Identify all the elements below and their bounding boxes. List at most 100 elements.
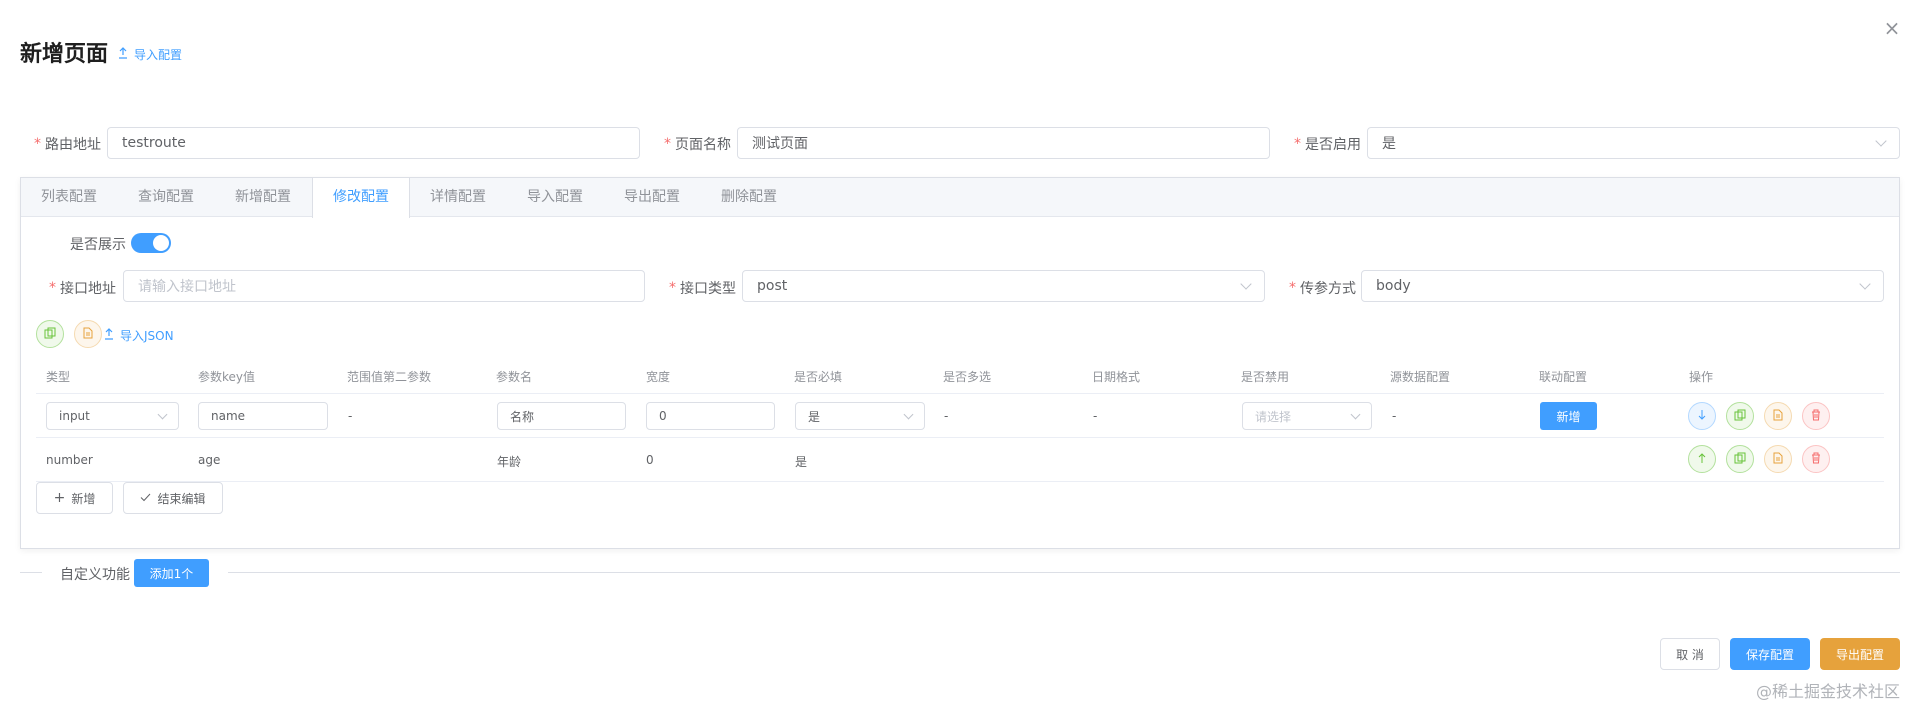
file-button[interactable] bbox=[74, 320, 102, 348]
document-icon bbox=[1773, 452, 1783, 467]
document-icon bbox=[83, 327, 93, 342]
chevron-down-icon bbox=[157, 409, 168, 419]
row1-required-select[interactable]: 是 bbox=[795, 402, 925, 430]
show-label: 是否展示 bbox=[70, 237, 126, 253]
copy-icon bbox=[1734, 409, 1746, 424]
plus-icon: + bbox=[53, 490, 66, 506]
row1-date-format: - bbox=[1093, 409, 1098, 423]
tab-export[interactable]: 导出配置 bbox=[604, 178, 701, 217]
row1-edit-button[interactable] bbox=[1764, 402, 1792, 430]
chevron-down-icon bbox=[1240, 277, 1252, 290]
check-icon bbox=[140, 491, 151, 505]
row1-key-input[interactable]: name bbox=[198, 402, 328, 430]
row2-name: 年龄 bbox=[497, 455, 522, 469]
table-row-divider bbox=[36, 481, 1884, 482]
row1-delete-button[interactable] bbox=[1802, 402, 1830, 430]
trash-icon bbox=[1811, 452, 1821, 467]
row2-edit-button[interactable] bbox=[1764, 445, 1792, 473]
row2-type: number bbox=[46, 453, 93, 467]
col-range-second: 范围值第二参数 bbox=[347, 370, 432, 384]
page-name-input[interactable]: 测试页面 bbox=[737, 127, 1270, 159]
api-url-input[interactable]: 请输入接口地址 bbox=[123, 270, 645, 302]
row2-required: 是 bbox=[795, 455, 808, 469]
add-custom-button[interactable]: 添加1个 bbox=[134, 559, 209, 587]
col-param-name: 参数名 bbox=[496, 370, 533, 384]
param-mode-select[interactable]: body bbox=[1361, 270, 1884, 302]
copy-button[interactable] bbox=[36, 320, 64, 348]
row1-width-input[interactable]: 0 bbox=[646, 402, 775, 430]
custom-function-label: 自定义功能 bbox=[60, 567, 130, 583]
tab-add[interactable]: 新增配置 bbox=[215, 178, 312, 217]
import-json-link[interactable]: 导入JSON bbox=[104, 327, 174, 344]
tab-query[interactable]: 查询配置 bbox=[118, 178, 215, 217]
col-actions: 操作 bbox=[1689, 370, 1714, 384]
api-type-label: * 接口类型 bbox=[669, 280, 736, 297]
api-url-label: * 接口地址 bbox=[49, 280, 116, 297]
row1-range-second: - bbox=[348, 409, 353, 423]
tabs-header: 列表配置 查询配置 新增配置 修改配置 详情配置 导入配置 导出配置 删除配置 bbox=[21, 178, 1899, 218]
import-json-label: 导入JSON bbox=[120, 329, 174, 343]
param-mode-label: * 传参方式 bbox=[1289, 280, 1356, 297]
upload-icon bbox=[104, 328, 114, 343]
arrow-up-icon bbox=[1697, 452, 1707, 467]
row1-move-down-button[interactable] bbox=[1688, 402, 1716, 430]
cancel-button[interactable]: 取 消 bbox=[1660, 638, 1720, 670]
divider-left bbox=[20, 572, 42, 573]
row2-copy-button[interactable] bbox=[1726, 445, 1754, 473]
route-input[interactable]: testroute bbox=[107, 127, 640, 159]
add-row-button[interactable]: + 新增 bbox=[36, 482, 113, 514]
divider-right bbox=[228, 572, 1900, 573]
col-type: 类型 bbox=[46, 370, 71, 384]
enabled-select[interactable]: 是 bbox=[1367, 127, 1900, 159]
document-icon bbox=[1773, 409, 1783, 424]
row2-key: age bbox=[198, 453, 221, 467]
import-config-link[interactable]: 导入配置 bbox=[118, 46, 182, 63]
import-config-label: 导入配置 bbox=[134, 48, 183, 62]
col-multiple: 是否多选 bbox=[943, 370, 992, 384]
config-tabs-card: 列表配置 查询配置 新增配置 修改配置 详情配置 导入配置 导出配置 删除配置 bbox=[20, 177, 1900, 549]
api-type-select[interactable]: post bbox=[742, 270, 1265, 302]
chevron-down-icon bbox=[1859, 277, 1871, 290]
row1-copy-button[interactable] bbox=[1726, 402, 1754, 430]
tab-edit[interactable]: 修改配置 bbox=[312, 178, 410, 218]
export-config-button[interactable]: 导出配置 bbox=[1820, 638, 1900, 670]
chevron-down-icon bbox=[1875, 134, 1887, 147]
switch-knob bbox=[153, 235, 169, 251]
finish-edit-button[interactable]: 结束编辑 bbox=[123, 482, 223, 514]
col-disabled: 是否禁用 bbox=[1241, 370, 1290, 384]
tab-delete[interactable]: 删除配置 bbox=[701, 178, 798, 217]
row1-source: - bbox=[1392, 409, 1397, 423]
row2-width: 0 bbox=[646, 453, 654, 467]
col-required: 是否必填 bbox=[794, 370, 843, 384]
col-width: 宽度 bbox=[646, 370, 671, 384]
enabled-label: * 是否启用 bbox=[1294, 136, 1361, 153]
row1-multiple: - bbox=[944, 409, 949, 423]
watermark: @稀土掘金技术社区 bbox=[1756, 682, 1901, 701]
row1-link-add-button[interactable]: 新增 bbox=[1540, 402, 1597, 430]
show-switch[interactable] bbox=[131, 233, 171, 253]
upload-icon bbox=[118, 47, 128, 62]
col-source: 源数据配置 bbox=[1390, 370, 1451, 384]
dialog-title: 新增页面 bbox=[20, 42, 109, 67]
row2-delete-button[interactable] bbox=[1802, 445, 1830, 473]
arrow-down-icon bbox=[1697, 409, 1707, 424]
page-name-label: * 页面名称 bbox=[664, 136, 731, 153]
trash-icon bbox=[1811, 409, 1821, 424]
row2-move-up-button[interactable] bbox=[1688, 445, 1716, 473]
chevron-down-icon bbox=[1350, 409, 1361, 419]
col-date-format: 日期格式 bbox=[1092, 370, 1141, 384]
copy-icon bbox=[1734, 452, 1746, 467]
save-config-button[interactable]: 保存配置 bbox=[1730, 638, 1810, 670]
row1-type-select[interactable]: input bbox=[46, 402, 179, 430]
route-label: * 路由地址 bbox=[34, 136, 101, 153]
tab-import[interactable]: 导入配置 bbox=[507, 178, 604, 217]
col-key: 参数key值 bbox=[198, 370, 256, 384]
col-link: 联动配置 bbox=[1539, 370, 1588, 384]
close-icon[interactable]: × bbox=[1882, 18, 1902, 38]
row1-name-input[interactable]: 名称 bbox=[497, 402, 626, 430]
tab-detail[interactable]: 详情配置 bbox=[410, 178, 507, 217]
chevron-down-icon bbox=[903, 409, 914, 419]
tab-list[interactable]: 列表配置 bbox=[21, 178, 118, 217]
row1-disabled-select[interactable]: 请选择 bbox=[1242, 402, 1372, 430]
table-divider bbox=[36, 393, 1884, 394]
